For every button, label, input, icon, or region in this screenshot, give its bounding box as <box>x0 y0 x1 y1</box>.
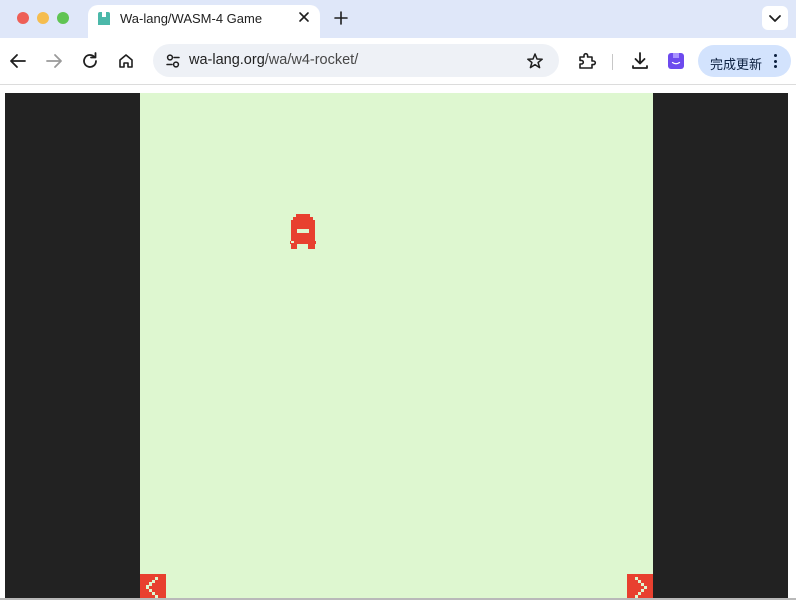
tab-active[interactable]: Wa-lang/WASM-4 Game <box>88 5 320 38</box>
close-icon[interactable] <box>296 9 312 25</box>
url-text[interactable]: wa-lang.org/wa/w4-rocket/ <box>189 52 358 68</box>
forward-button[interactable] <box>42 49 66 73</box>
right-arrow-control-icon[interactable] <box>627 574 653 600</box>
bookmark-profile-icon <box>668 53 684 69</box>
star-icon[interactable] <box>523 49 547 73</box>
url-host: wa-lang.org <box>189 52 265 68</box>
toolbar: wa-lang.org/wa/w4-rocket/ 完成更新 <box>0 38 796 85</box>
tab-title: Wa-lang/WASM-4 Game <box>120 11 263 26</box>
kebab-menu-icon[interactable] <box>773 53 777 69</box>
browser-window: Wa-lang/WASM-4 Game wa-lang.org/wa/w4-ro… <box>0 0 796 600</box>
maximize-window-button[interactable] <box>57 12 69 24</box>
back-button[interactable] <box>6 49 30 73</box>
arrow-right-icon <box>46 54 62 68</box>
toolbar-separator <box>612 54 613 70</box>
profile-button[interactable] <box>664 49 688 73</box>
tab-search-button[interactable] <box>762 6 788 30</box>
rocket-sprite <box>290 214 318 250</box>
reload-button[interactable] <box>78 49 102 73</box>
tab-strip: Wa-lang/WASM-4 Game <box>0 0 796 38</box>
game-canvas[interactable] <box>140 93 653 600</box>
wa-favicon-icon <box>98 12 110 25</box>
left-arrow-control-icon[interactable] <box>140 574 166 600</box>
home-icon <box>119 54 133 68</box>
close-window-button[interactable] <box>17 12 29 24</box>
update-button-label: 完成更新 <box>710 57 763 72</box>
minimize-window-button[interactable] <box>37 12 49 24</box>
chevron-down-icon <box>769 15 781 22</box>
update-button[interactable]: 完成更新 <box>698 45 791 77</box>
plus-icon[interactable] <box>331 8 351 28</box>
home-button[interactable] <box>114 49 138 73</box>
tune-icon[interactable] <box>161 49 185 73</box>
download-icon <box>632 52 648 69</box>
arrow-left-icon <box>10 54 26 68</box>
reload-icon <box>83 52 97 68</box>
downloads-button[interactable] <box>628 49 652 73</box>
puzzle-icon <box>579 52 597 69</box>
url-path: /wa/w4-rocket/ <box>264 52 359 68</box>
extensions-button[interactable] <box>575 49 599 73</box>
address-bar[interactable]: wa-lang.org/wa/w4-rocket/ <box>153 44 559 77</box>
